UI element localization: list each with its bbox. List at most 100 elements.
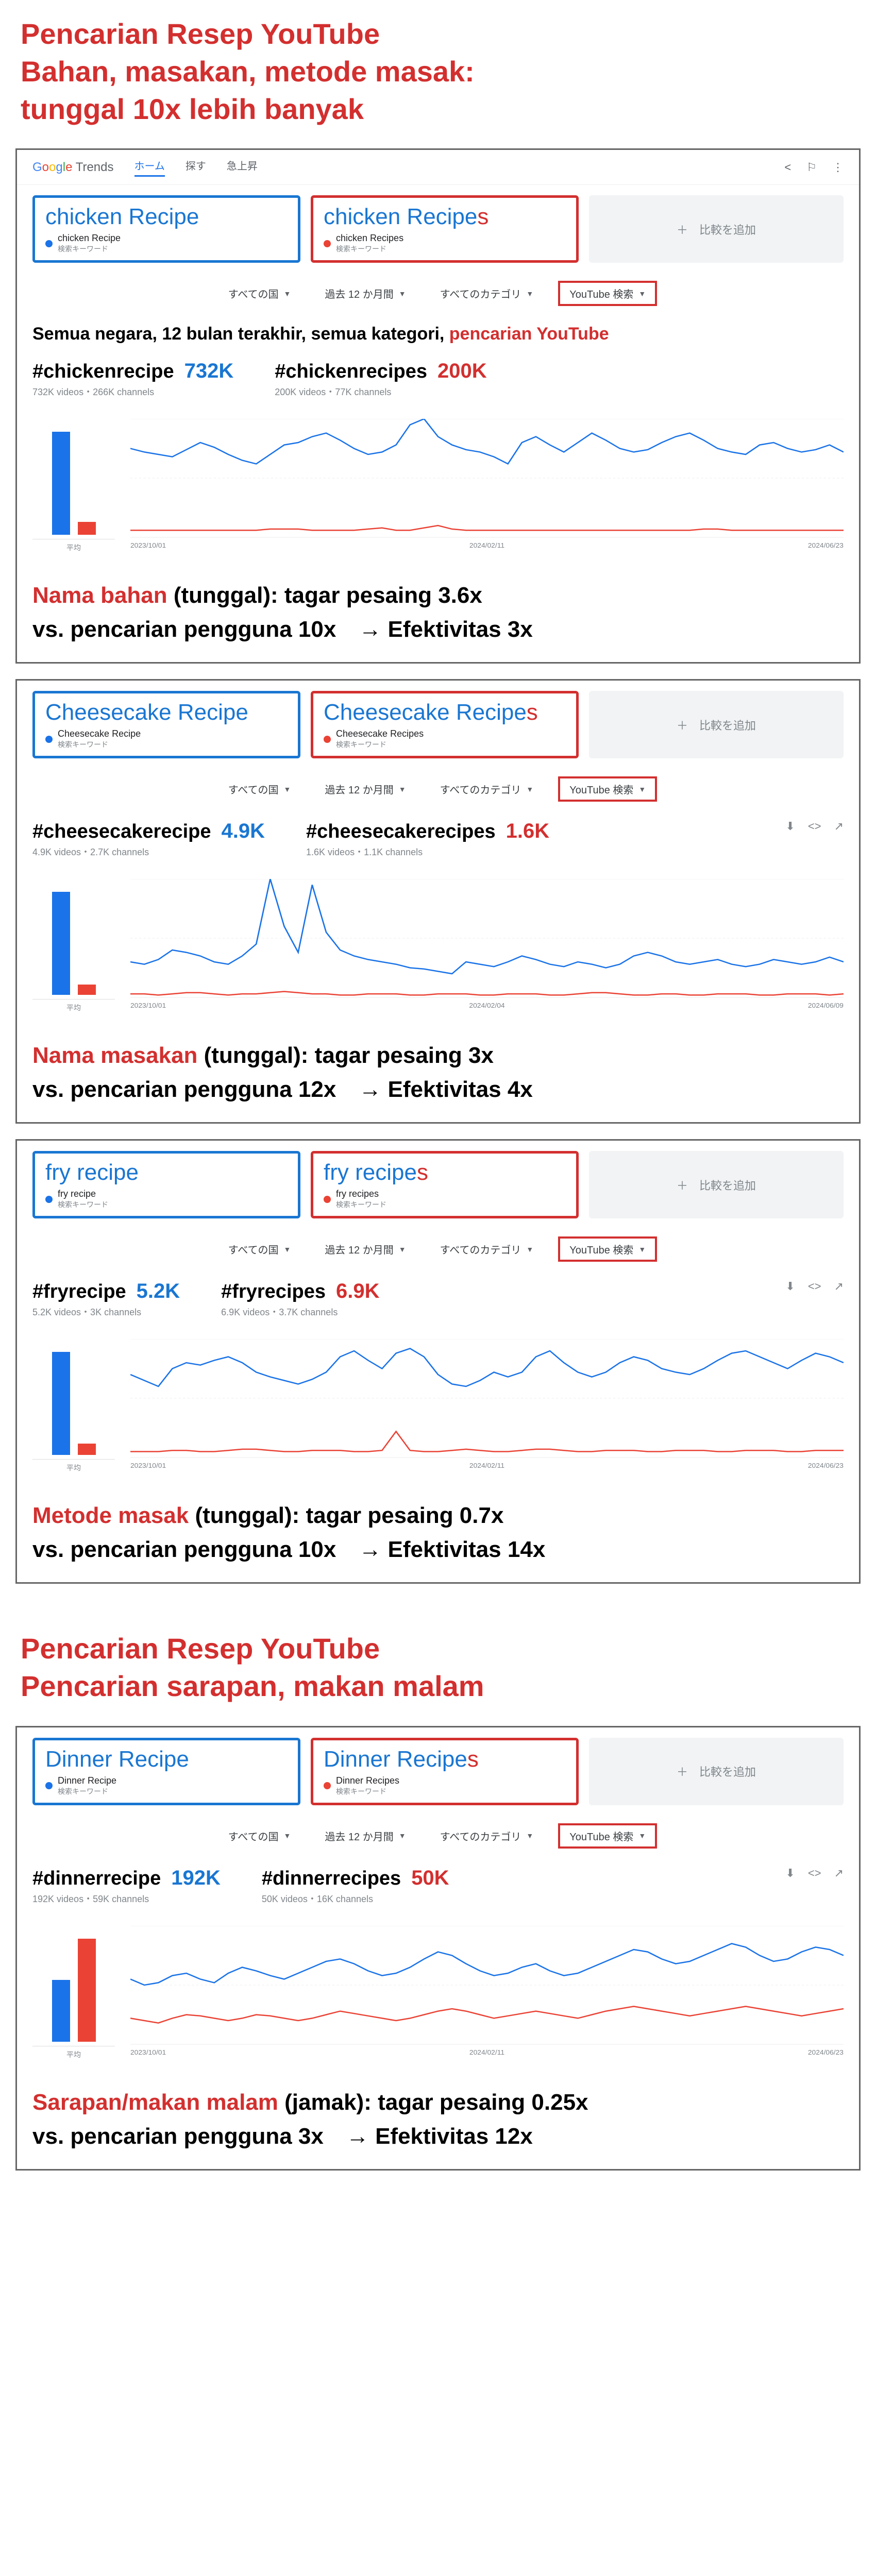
dot-blue-icon — [45, 1782, 53, 1789]
term-card-2[interactable]: chicken Recipes chicken Recipes 検索キーワード — [311, 195, 579, 263]
dot-blue-icon — [45, 736, 53, 743]
add-compare-button[interactable]: ＋ 比較を追加 — [589, 691, 844, 758]
filter-search-type[interactable]: YouTube 検索 ▼ — [558, 1823, 657, 1849]
hashtag-2: #fryrecipes — [221, 1281, 326, 1303]
share-icon[interactable]: ↗ — [834, 1867, 844, 1880]
chevron-down-icon: ▼ — [638, 1832, 646, 1840]
download-icon[interactable]: ⬇ — [785, 1867, 795, 1880]
svg-text:2023/10/01: 2023/10/01 — [130, 1002, 166, 1010]
filter-category[interactable]: すべてのカテゴリ ▼ — [431, 1239, 543, 1260]
conclusion-text-1: (tunggal): tagar pesaing 0.7x — [189, 1503, 503, 1528]
term-row: fry recipe fry recipe 検索キーワード fry recipe… — [17, 1141, 859, 1229]
term-row: Dinner Recipe Dinner Recipe 検索キーワード Dinn… — [17, 1727, 859, 1816]
nav-home[interactable]: ホーム — [134, 158, 165, 177]
share-icon[interactable]: ↗ — [834, 820, 844, 833]
term-title-1: fry recipe — [45, 1160, 288, 1185]
download-icon[interactable]: ⬇ — [785, 1280, 795, 1293]
hashtag-1: #cheesecakerecipe — [32, 821, 211, 843]
svg-text:2024/02/11: 2024/02/11 — [469, 542, 504, 550]
filter-period[interactable]: 過去 12 か月間 ▼ — [315, 283, 415, 304]
filter-country[interactable]: すべての国 ▼ — [219, 778, 300, 800]
nav-rising[interactable]: 急上昇 — [227, 158, 258, 177]
conclusion-highlight: Metode masak — [32, 1503, 189, 1528]
term-keyword-1: chicken Recipe — [58, 233, 121, 244]
filter-category[interactable]: すべてのカテゴリ ▼ — [431, 778, 543, 800]
embed-icon[interactable]: <> — [808, 1280, 821, 1293]
conclusion-text-1: (tunggal): tagar pesaing 3.6x — [167, 583, 482, 608]
svg-text:2023/10/01: 2023/10/01 — [130, 542, 166, 550]
filter-period[interactable]: 過去 12 か月間 ▼ — [315, 778, 415, 800]
add-compare-button[interactable]: ＋ 比較を追加 — [589, 1738, 844, 1805]
hashtag-item-1: #fryrecipe 5.2K 5.2K videos・3K channels — [32, 1280, 180, 1318]
chevron-down-icon: ▼ — [399, 785, 406, 793]
term-sub-2: fry recipes 検索キーワード — [324, 1189, 566, 1210]
hashtag-2: #chickenrecipes — [275, 361, 427, 383]
comparison-panel-0: Google Trends ホーム 探す 急上昇 < ⚐ ⋮ chicken R… — [15, 148, 861, 664]
download-icon[interactable]: ⬇ — [785, 820, 795, 833]
chevron-down-icon: ▼ — [526, 290, 533, 298]
filter-category[interactable]: すべてのカテゴリ ▼ — [431, 1825, 543, 1846]
chevron-down-icon: ▼ — [284, 290, 291, 298]
hashtag-sub-2: 200K videos・77K channels — [275, 385, 486, 398]
add-compare-button[interactable]: ＋ 比較を追加 — [589, 1151, 844, 1218]
term-row: Cheesecake Recipe Cheesecake Recipe 検索キー… — [17, 681, 859, 769]
filter-search-type[interactable]: YouTube 検索 ▼ — [558, 776, 657, 802]
menu-icon[interactable]: ⋮ — [832, 161, 844, 174]
conclusion-text-2: vs. pencarian pengguna 10x → Efektivitas… — [32, 1533, 844, 1567]
hashtag-count-2: 1.6K — [506, 820, 550, 843]
term-card-1[interactable]: Dinner Recipe Dinner Recipe 検索キーワード — [32, 1738, 300, 1805]
term-card-1[interactable]: chicken Recipe chicken Recipe 検索キーワード — [32, 195, 300, 263]
filter-summary-highlight: pencarian YouTube — [449, 324, 609, 344]
chart-actions: ⬇ <> ↗ — [785, 1280, 844, 1293]
svg-text:2024/06/23: 2024/06/23 — [808, 1462, 844, 1470]
embed-icon[interactable]: <> — [808, 1867, 821, 1880]
chevron-down-icon: ▼ — [399, 1832, 406, 1840]
term-sub-text-2: Dinner Recipes 検索キーワード — [336, 1775, 399, 1797]
chart-area: 平均 100 50 2023/10/01 2024/02/04 2024/06/… — [17, 869, 859, 1028]
share-icon[interactable]: ↗ — [834, 1280, 844, 1293]
conclusion-text-1: (tunggal): tagar pesaing 3x — [197, 1043, 494, 1068]
term-type-2: 検索キーワード — [336, 244, 403, 254]
term-card-2[interactable]: Dinner Recipes Dinner Recipes 検索キーワード — [311, 1738, 579, 1805]
term-sub-1: fry recipe 検索キーワード — [45, 1189, 288, 1210]
term-title-1: Dinner Recipe — [45, 1747, 288, 1772]
conclusion-highlight: Nama bahan — [32, 583, 167, 608]
nav-explore[interactable]: 探す — [186, 158, 206, 177]
term-keyword-2: Cheesecake Recipes — [336, 728, 424, 739]
share-icon[interactable]: < — [784, 161, 791, 174]
filter-search-type[interactable]: YouTube 検索 ▼ — [558, 1236, 657, 1262]
svg-text:2024/06/09: 2024/06/09 — [808, 1002, 844, 1010]
filter-row: すべての国 ▼ 過去 12 か月間 ▼ すべてのカテゴリ ▼ YouTube 検… — [17, 1229, 859, 1275]
chart-actions: ⬇ <> ↗ — [785, 820, 844, 833]
trend-line-chart: 100 50 2023/10/01 2024/02/11 2024/06/23 — [130, 1926, 844, 2060]
filter-period[interactable]: 過去 12 か月間 ▼ — [315, 1825, 415, 1846]
term-card-1[interactable]: Cheesecake Recipe Cheesecake Recipe 検索キー… — [32, 691, 300, 758]
term-type-1: 検索キーワード — [58, 1199, 108, 1210]
chevron-down-icon: ▼ — [638, 1245, 646, 1253]
add-compare-button[interactable]: ＋ 比較を追加 — [589, 195, 844, 263]
embed-icon[interactable]: <> — [808, 820, 821, 833]
hashtag-row: #fryrecipe 5.2K 5.2K videos・3K channels … — [17, 1275, 859, 1329]
feedback-icon[interactable]: ⚐ — [806, 161, 817, 174]
trend-line-chart: 100 50 2023/10/01 2024/02/11 2024/06/23 — [130, 419, 844, 553]
hashtag-count-1: 5.2K — [137, 1280, 180, 1303]
filter-period[interactable]: 過去 12 か月間 ▼ — [315, 1239, 415, 1260]
term-sub-text-2: chicken Recipes 検索キーワード — [336, 233, 403, 254]
filter-country[interactable]: すべての国 ▼ — [219, 283, 300, 304]
term-card-1[interactable]: fry recipe fry recipe 検索キーワード — [32, 1151, 300, 1218]
bar-blue — [52, 1980, 70, 2042]
section-title-2: Pencarian Resep YouTube Pencarian sarapa… — [0, 1599, 876, 1716]
term-card-2[interactable]: Cheesecake Recipes Cheesecake Recipes 検索… — [311, 691, 579, 758]
filter-country[interactable]: すべての国 ▼ — [219, 1825, 300, 1846]
filter-category[interactable]: すべてのカテゴリ ▼ — [431, 283, 543, 304]
conclusion-text-2: vs. pencarian pengguna 12x → Efektivitas… — [32, 1073, 844, 1107]
hashtag-item-2: #dinnerrecipes 50K 50K videos・16K channe… — [262, 1867, 449, 1905]
filter-search-type[interactable]: YouTube 検索 ▼ — [558, 281, 657, 306]
hashtag-item-1: #chickenrecipe 732K 732K videos・266K cha… — [32, 360, 233, 398]
filter-country[interactable]: すべての国 ▼ — [219, 1239, 300, 1260]
title2-line-2: Pencarian sarapan, makan malam — [21, 1668, 855, 1705]
hashtag-sub-2: 6.9K videos・3.7K channels — [221, 1305, 379, 1318]
dot-red-icon — [324, 736, 331, 743]
term-card-2[interactable]: fry recipes fry recipes 検索キーワード — [311, 1151, 579, 1218]
comparison-panel-2: fry recipe fry recipe 検索キーワード fry recipe… — [15, 1139, 861, 1584]
